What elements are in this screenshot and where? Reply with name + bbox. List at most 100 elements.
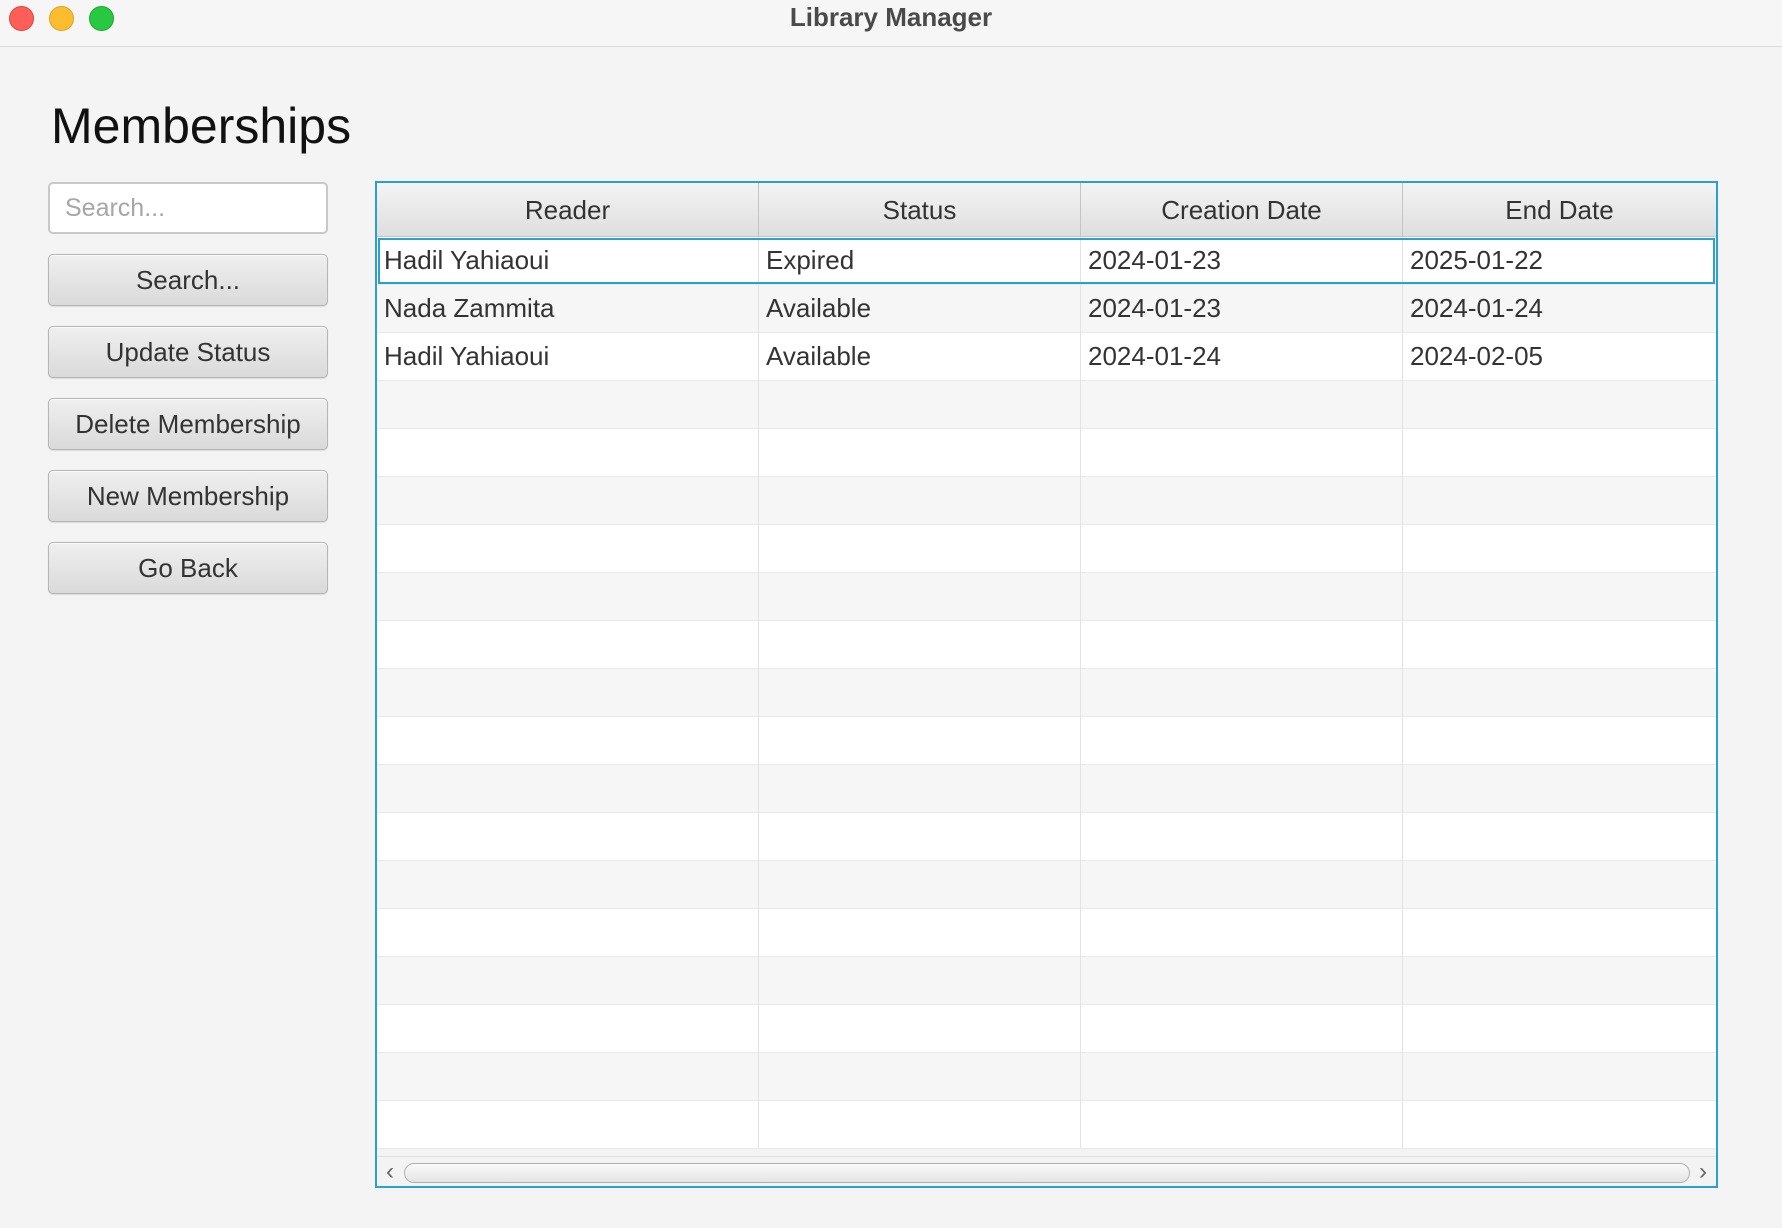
table-header: Reader Status Creation Date End Date: [377, 183, 1716, 237]
new-membership-button[interactable]: New Membership: [48, 470, 328, 522]
column-header-status[interactable]: Status: [759, 183, 1081, 237]
cell-reader: [377, 477, 759, 524]
cell-reader: [377, 957, 759, 1004]
cell-end-date: [1403, 1053, 1716, 1100]
column-header-reader[interactable]: Reader: [377, 183, 759, 237]
delete-membership-button[interactable]: Delete Membership: [48, 398, 328, 450]
empty-table-row[interactable]: [377, 1053, 1716, 1101]
cell-status: Available: [759, 285, 1081, 332]
empty-table-row[interactable]: [377, 573, 1716, 621]
cell-status: [759, 573, 1081, 620]
cell-end-date: [1403, 717, 1716, 764]
cell-end-date: [1403, 381, 1716, 428]
window-title: Library Manager: [789, 2, 993, 32]
empty-table-row[interactable]: [377, 525, 1716, 573]
page-title: Memberships: [51, 98, 352, 154]
cell-end-date: 2025-01-22: [1410, 245, 1543, 275]
empty-table-row[interactable]: [377, 621, 1716, 669]
search-input[interactable]: [48, 182, 328, 234]
empty-table-row[interactable]: [377, 1101, 1716, 1149]
table-row[interactable]: Nada Zammita Available 2024-01-23 2024-01-2…: [377, 285, 1716, 333]
empty-table-row[interactable]: [377, 765, 1716, 813]
cell-status: [759, 1101, 1081, 1148]
cell-reader: [377, 1053, 759, 1100]
empty-table-row[interactable]: [377, 429, 1716, 477]
cell-status: [759, 861, 1081, 908]
empty-table-row[interactable]: [377, 813, 1716, 861]
cell-status: [759, 1053, 1081, 1100]
empty-table-row[interactable]: [377, 381, 1716, 429]
empty-table-row[interactable]: [377, 1005, 1716, 1053]
cell-end-date: [1403, 525, 1716, 572]
horizontal-scrollbar[interactable]: ‹ ›: [377, 1156, 1716, 1186]
cell-end-date: [1403, 1101, 1716, 1148]
table-row[interactable]: Hadil Yahiaoui Available 2024-01-24 2024-02…: [377, 333, 1716, 381]
empty-table-row[interactable]: [377, 909, 1716, 957]
cell-creation-date: [1081, 477, 1403, 524]
cell-reader: Hadil Yahiaoui: [377, 237, 759, 284]
cell-status: [759, 957, 1081, 1004]
table-body: Hadil Yahiaoui Expired 2024-01-23 2025-01-2…: [377, 237, 1716, 1149]
column-header-end-date[interactable]: End Date: [1403, 183, 1716, 237]
chevron-right-icon[interactable]: ›: [1693, 1160, 1713, 1184]
empty-table-row[interactable]: [377, 669, 1716, 717]
go-back-button[interactable]: Go Back: [48, 542, 328, 594]
title-bar: Library Manager: [0, 0, 1782, 47]
cell-creation-date: 2024-01-23: [1081, 285, 1403, 332]
update-status-button[interactable]: Update Status: [48, 326, 328, 378]
cell-reader: [377, 381, 759, 428]
cell-reader: [377, 1005, 759, 1052]
empty-table-row[interactable]: [377, 957, 1716, 1005]
memberships-table[interactable]: Reader Status Creation Date End Date Had…: [375, 181, 1718, 1188]
cell-reader: [377, 669, 759, 716]
cell-status: [759, 381, 1081, 428]
cell-creation-date: [1081, 1005, 1403, 1052]
cell-end-date: 2024-02-05: [1410, 341, 1543, 371]
cell-end-date: [1403, 765, 1716, 812]
cell-status: [759, 717, 1081, 764]
chevron-left-icon[interactable]: ‹: [380, 1160, 400, 1184]
empty-table-row[interactable]: [377, 477, 1716, 525]
cell-reader: [377, 717, 759, 764]
search-button[interactable]: Search...: [48, 254, 328, 306]
cell-creation-date: [1081, 909, 1403, 956]
cell-reader: [377, 525, 759, 572]
cell-creation-date: [1081, 957, 1403, 1004]
cell-reader: [377, 573, 759, 620]
cell-end-date: [1403, 669, 1716, 716]
scrollbar-thumb[interactable]: [404, 1163, 1690, 1183]
cell-end-date: 2024-01-24: [1410, 293, 1543, 323]
cell-reader: Nada Zammita: [377, 285, 759, 332]
cell-reader: [377, 861, 759, 908]
cell-reader: [377, 429, 759, 476]
empty-table-row[interactable]: [377, 717, 1716, 765]
cell-status: [759, 909, 1081, 956]
cell-creation-date: [1081, 573, 1403, 620]
cell-creation-date: [1081, 1101, 1403, 1148]
empty-table-row[interactable]: [377, 861, 1716, 909]
cell-reader: [377, 909, 759, 956]
cell-reader: [377, 621, 759, 668]
cell-end-date: [1403, 909, 1716, 956]
cell-end-date: [1403, 861, 1716, 908]
cell-status: [759, 429, 1081, 476]
cell-status: [759, 477, 1081, 524]
cell-creation-date: [1081, 861, 1403, 908]
cell-status: [759, 525, 1081, 572]
cell-end-date: [1403, 957, 1716, 1004]
cell-creation-date: 2024-01-24: [1081, 333, 1403, 380]
cell-creation-date: [1081, 717, 1403, 764]
cell-creation-date: [1081, 621, 1403, 668]
cell-end-date: [1403, 429, 1716, 476]
column-header-creation-date[interactable]: Creation Date: [1081, 183, 1403, 237]
cell-reader: [377, 1101, 759, 1148]
cell-end-date: [1403, 813, 1716, 860]
table-row[interactable]: Hadil Yahiaoui Expired 2024-01-23 2025-01-2…: [377, 237, 1716, 285]
cell-creation-date: [1081, 1053, 1403, 1100]
cell-status: [759, 1005, 1081, 1052]
cell-end-date: [1403, 573, 1716, 620]
cell-creation-date: [1081, 813, 1403, 860]
cell-end-date: [1403, 621, 1716, 668]
cell-reader: [377, 813, 759, 860]
cell-end-date: [1403, 1005, 1716, 1052]
